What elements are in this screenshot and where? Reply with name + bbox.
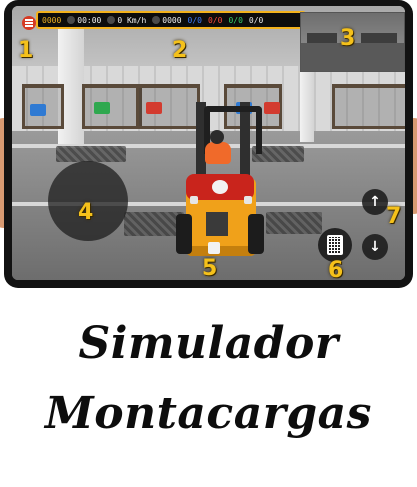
score-blue: 0/0 [187, 15, 202, 25]
label-6: 6 [328, 258, 344, 281]
speed-readout: 0 Km/h [107, 16, 146, 25]
lift-down-button[interactable]: ↓ [362, 234, 388, 260]
mid-counter-readout: 0000 [152, 15, 182, 25]
cargo-box-red [264, 102, 280, 114]
forklift-vent [206, 212, 228, 236]
lift-up-button[interactable]: ↑ [362, 189, 388, 215]
tablet-frame: 0000 00:00 0 Km/h 0000 0/0 0/0 0/0 0/0 ↑ [4, 0, 413, 288]
tail-light [244, 196, 252, 204]
camera-shelf [361, 33, 397, 43]
title-line-2: Montacargas [45, 388, 372, 439]
floor-grate [266, 212, 322, 234]
forklift-driver [205, 142, 231, 164]
label-7: 7 [386, 204, 402, 229]
hamburger-menu-icon [25, 22, 33, 24]
floor-grate [124, 212, 184, 236]
mid-counter-value: 0000 [162, 15, 182, 25]
camera-toggle-icon[interactable] [208, 242, 220, 254]
cargo-box-red [146, 102, 162, 114]
game-screen: 0000 00:00 0 Km/h 0000 0/0 0/0 0/0 0/0 ↑ [12, 6, 405, 280]
shelf [82, 84, 142, 129]
score-white: 0/0 [248, 15, 264, 25]
forklift-wheel [248, 214, 264, 254]
hud-status-bar: 0000 00:00 0 Km/h 0000 0/0 0/0 0/0 0/0 [36, 11, 306, 29]
floor-grate [56, 146, 126, 162]
camera-shelf [307, 33, 337, 43]
pallet-icon [152, 16, 161, 24]
tail-light [190, 196, 198, 204]
label-2: 2 [172, 38, 188, 63]
title-line-1: Simulador [78, 318, 339, 369]
driver-helmet [210, 130, 224, 144]
tank-cap [212, 180, 228, 194]
label-4: 4 [78, 200, 94, 225]
score-green: 0/0 [228, 15, 243, 25]
score-red: 0/0 [207, 15, 223, 25]
time-value: 00:00 [77, 15, 102, 25]
arrow-down-icon: ↓ [369, 239, 381, 255]
cargo-button[interactable] [318, 228, 352, 262]
label-1: 1 [18, 38, 34, 63]
cargo-box-green [94, 102, 110, 114]
left-counter: 0000 [42, 15, 62, 25]
cargo-box-blue [30, 104, 46, 116]
menu-button[interactable] [22, 16, 36, 30]
arrow-up-icon: ↑ [369, 194, 381, 210]
clock-icon [67, 16, 76, 24]
forklift-wheel [176, 214, 192, 254]
speed-value: 0 Km/h [117, 15, 147, 25]
speedometer-icon [107, 16, 116, 24]
grid-icon [327, 235, 343, 255]
label-5: 5 [202, 256, 218, 280]
label-3: 3 [340, 26, 356, 51]
time-readout: 00:00 [67, 16, 101, 25]
shelf [332, 84, 405, 129]
